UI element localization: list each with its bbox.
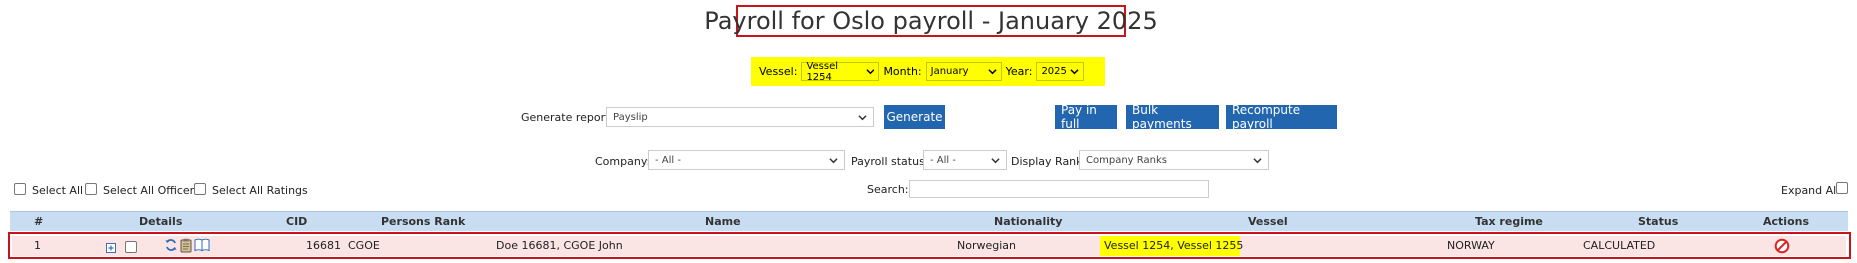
select-all-officers-checkbox[interactable] [85,183,97,195]
header-details: Details [139,215,183,228]
row-vessel: Vessel 1254, Vessel 1255 [1104,239,1244,252]
chevron-down-icon [865,69,875,75]
chevron-down-icon [991,157,1000,163]
header-actions: Actions [1763,215,1809,228]
row-number: 1 [34,239,41,252]
select-all-label: Select All [32,184,84,197]
month-select-value: January [930,66,969,77]
year-select[interactable]: 2025 [1036,62,1085,81]
page-title-text: Payroll for Oslo payroll - January 2025 [704,7,1158,35]
header-nationality: Nationality [994,215,1063,228]
period-filter-bar: Vessel: Vessel 1254 Month: January Year:… [751,57,1105,86]
bulk-payments-button[interactable]: Bulk payments [1126,103,1219,131]
vessel-select[interactable]: Vessel 1254 [801,60,880,83]
expand-all-checkbox[interactable] [1836,182,1848,194]
header-persons-rank: Persons Rank [381,215,466,228]
clipboard-icon[interactable] [180,238,192,254]
chevron-down-icon [1070,69,1080,75]
search-label: Search: [867,183,909,196]
generate-button[interactable]: Generate [884,105,945,129]
year-label: Year: [1005,65,1033,78]
display-rank-label: Display Rank: [1011,155,1087,168]
company-select[interactable]: - All - [648,150,845,170]
search-input[interactable] [909,180,1209,198]
row-tax-regime: NORWAY [1447,239,1495,252]
row-cid: 16681 [306,239,341,252]
select-all-ratings-checkbox[interactable] [194,183,206,195]
recompute-payroll-button[interactable]: Recompute payroll [1226,103,1337,131]
chevron-down-icon [1253,157,1262,163]
generate-report-label: Generate report: [521,111,614,124]
pay-in-full-button[interactable]: Pay in full [1055,103,1117,131]
expand-all-label: Expand All [1781,184,1840,197]
table-header: # Details CID Persons Rank Name National… [10,211,1848,231]
header-cid: CID [286,215,308,228]
payroll-status-value: - All - [930,154,956,166]
chevron-down-icon [829,157,838,163]
display-rank-select[interactable]: Company Ranks [1079,150,1269,170]
header-vessel: Vessel [1248,215,1288,228]
cancel-icon[interactable] [1774,238,1790,254]
company-select-value: - All - [655,154,681,166]
header-number: # [34,215,44,228]
book-icon[interactable] [194,238,210,254]
header-status: Status [1638,215,1679,228]
page-title: Payroll for Oslo payroll - January 2025 [704,5,1158,37]
company-label: Company: [595,155,651,168]
row-nationality: Norwegian [957,239,1016,252]
chevron-down-icon [988,69,997,75]
report-type-select[interactable]: Payslip [606,107,874,127]
table-row[interactable]: 1 16681 CGOE Doe 16681, CGOE John Norweg… [12,236,1846,256]
payroll-status-label: Payroll status: [851,155,929,168]
select-all-officers-label: Select All Officers [103,184,200,197]
row-persons-rank: CGOE [348,239,380,252]
vessel-select-value: Vessel 1254 [806,60,839,83]
row-vessel-highlight: Vessel 1254, Vessel 1255 [1100,236,1244,256]
payroll-status-select[interactable]: - All - [923,150,1007,170]
row-select-checkbox[interactable] [125,240,137,253]
select-all-ratings-label: Select All Ratings [212,184,308,197]
row-name: Doe 16681, CGOE John [496,239,623,252]
month-select[interactable]: January [925,62,1002,81]
display-rank-value: Company Ranks [1086,154,1167,166]
year-select-value: 2025 [1041,66,1067,77]
vessel-label: Vessel: [759,65,798,78]
select-all-checkbox[interactable] [14,183,26,195]
header-tax-regime: Tax regime [1475,215,1543,228]
month-label: Month: [883,65,922,78]
report-type-value: Payslip [613,111,648,123]
expand-row-icon[interactable] [106,240,116,253]
refresh-icon[interactable] [164,238,178,254]
row-status: CALCULATED [1583,239,1656,252]
chevron-down-icon [858,114,867,120]
header-name: Name [705,215,741,228]
